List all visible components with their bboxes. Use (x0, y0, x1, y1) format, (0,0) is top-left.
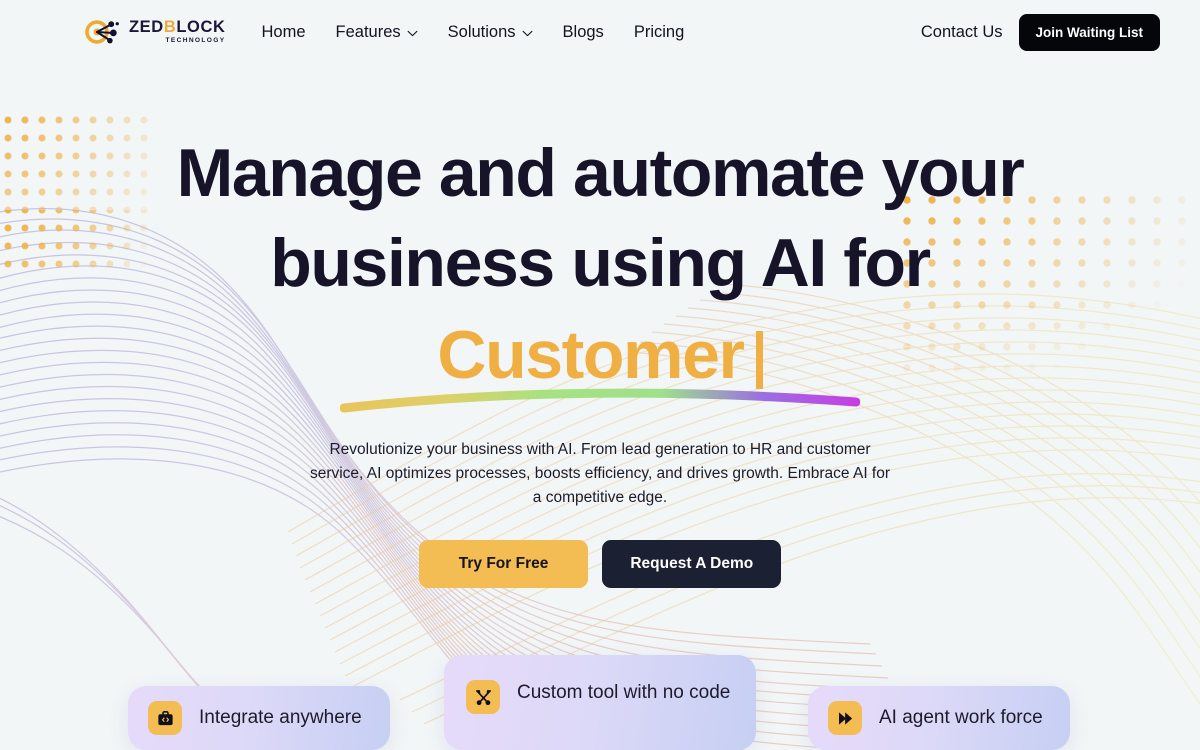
request-a-demo-button[interactable]: Request A Demo (602, 540, 782, 588)
double-chevron-icon (828, 701, 862, 735)
nav-label: Blogs (562, 22, 604, 41)
brand-subtitle: TECHNOLOGY (165, 36, 226, 44)
briefcase-code-icon (148, 701, 182, 735)
nav-label: Home (261, 22, 306, 41)
join-waiting-list-button[interactable]: Join Waiting List (1018, 13, 1160, 51)
chevron-down-icon (407, 30, 418, 36)
typing-caret (755, 331, 763, 389)
nav-item-blogs[interactable]: Blogs (563, 23, 604, 42)
nav-label: Pricing (633, 22, 685, 41)
feature-card-label: AI agent work force (879, 707, 1043, 728)
tools-cross-icon (466, 680, 500, 714)
page-title: Manage and automate your business using … (175, 128, 1025, 413)
nav-label: Solutions (447, 22, 516, 41)
hero-cta-row: Try For Free Request A Demo (0, 540, 1200, 588)
brand-wordmark: ZEDBLOCK TECHNOLOGY (129, 19, 226, 44)
feature-card-ai-agent-work-force[interactable]: AI agent work force (808, 686, 1070, 750)
rotating-word-wrapper: Customer (175, 310, 1025, 413)
hero-subtitle: Revolutionize your business with AI. Fro… (309, 441, 891, 506)
hero-section: Manage and automate your business using … (0, 128, 1200, 588)
brand-name: ZEDBLOCK (129, 18, 226, 37)
feature-card-label: Integrate anywhere (199, 707, 362, 728)
hero-title-line-1: Manage and automate your (176, 135, 1025, 211)
feature-card-label: Custom tool with no code (517, 682, 731, 703)
feature-card-integrate-anywhere[interactable]: Integrate anywhere (128, 686, 390, 750)
nav-item-features[interactable]: Features (336, 23, 418, 42)
nav-actions: Contact Us Join Waiting List (921, 13, 1160, 51)
brand-logo[interactable]: ZEDBLOCK TECHNOLOGY (84, 18, 226, 46)
hero-title-line-2: business using AI for (270, 225, 931, 301)
gradient-underline-swoosh (340, 388, 860, 413)
chevron-down-icon (522, 30, 532, 36)
nav-item-solutions[interactable]: Solutions (448, 23, 533, 42)
zedblock-logo-icon (85, 20, 119, 44)
hero-page: ZEDBLOCK TECHNOLOGY Home Features Soluti… (0, 0, 1200, 750)
try-for-free-button[interactable]: Try For Free (418, 540, 589, 588)
contact-us-link[interactable]: Contact Us (921, 23, 1003, 42)
nav-label: Features (335, 22, 401, 41)
primary-nav-links: Home Features Solutions Blogs Pricing (262, 23, 685, 42)
top-navigation-bar: ZEDBLOCK TECHNOLOGY Home Features Soluti… (0, 0, 1200, 64)
brand-accent-letter: B (163, 18, 177, 37)
nav-item-pricing[interactable]: Pricing (634, 23, 684, 42)
feature-card-custom-tool-no-code[interactable]: Custom tool with no code (444, 655, 756, 750)
nav-item-home[interactable]: Home (262, 23, 306, 42)
